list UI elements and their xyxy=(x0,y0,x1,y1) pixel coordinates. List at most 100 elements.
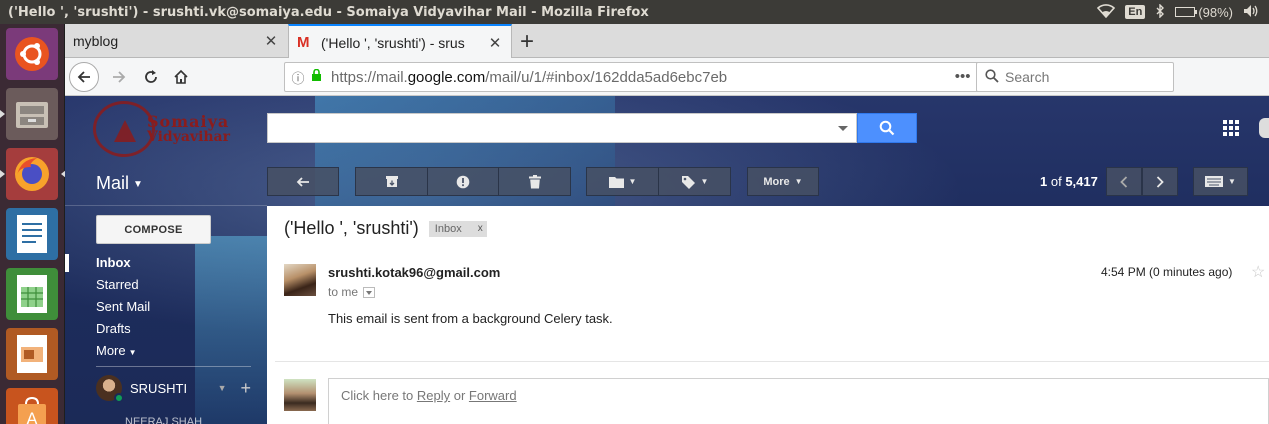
ubuntu-launcher: A xyxy=(0,24,66,424)
files-icon[interactable] xyxy=(0,88,58,140)
back-button[interactable] xyxy=(69,62,99,92)
pagination-info: 1 of 5,417 xyxy=(1040,174,1098,189)
firefox-icon[interactable] xyxy=(0,148,66,200)
reply-link[interactable]: Reply xyxy=(417,388,450,403)
recipient-row: to me xyxy=(328,285,376,299)
google-apps-icon[interactable] xyxy=(1223,120,1239,136)
remove-label-icon[interactable]: x xyxy=(478,221,483,237)
delete-button[interactable] xyxy=(498,167,571,196)
sender-avatar[interactable] xyxy=(284,264,316,296)
mail-folder-nav: Inbox Starred Sent Mail Drafts More ▼ xyxy=(65,252,267,362)
sidebar-item-label: Starred xyxy=(96,277,139,292)
home-button[interactable] xyxy=(166,62,196,92)
more-actions-button[interactable]: More ▼ xyxy=(747,167,819,196)
message-subject: ('Hello ', 'srushti') xyxy=(284,218,419,238)
browser-search-bar[interactable]: Search xyxy=(976,62,1174,92)
hangouts-contact[interactable]: NEERAJ SHAH xyxy=(125,416,202,424)
lock-icon[interactable] xyxy=(311,68,329,85)
page-actions-icon[interactable]: ••• xyxy=(955,68,971,86)
account-avatar[interactable] xyxy=(1259,118,1269,138)
os-top-panel: ('Hello ', 'srushti') - srushti.vk@somai… xyxy=(0,0,1269,24)
reload-button[interactable] xyxy=(136,62,166,92)
input-tools-button[interactable]: ▼ xyxy=(1193,167,1248,196)
avatar xyxy=(96,375,124,403)
report-spam-button[interactable] xyxy=(427,167,499,196)
ubuntu-dash-icon[interactable] xyxy=(6,28,58,80)
newer-button[interactable] xyxy=(1106,167,1142,196)
inbox-label-chip[interactable]: Inbox x xyxy=(428,220,487,237)
volume-icon[interactable] xyxy=(1243,4,1259,21)
mail-switcher[interactable]: Mail ▼ xyxy=(96,173,143,194)
folder-icon xyxy=(608,176,624,188)
logo-text: Somaiya Vidyavihar xyxy=(147,112,230,146)
keyboard-layout-indicator[interactable]: En xyxy=(1125,5,1146,19)
tab-gmail[interactable]: M ('Hello ', 'srushti') - srus ✕ xyxy=(288,24,512,59)
move-to-button[interactable]: ▼ xyxy=(586,167,659,196)
battery-icon xyxy=(1175,7,1198,17)
system-tray: En (98%) xyxy=(1097,2,1269,21)
sidebar-item-label: Sent Mail xyxy=(96,299,151,314)
browser-tab-strip: myblog ✕ M ('Hello ', 'srushti') - srus … xyxy=(65,24,1269,59)
search-icon xyxy=(879,120,895,136)
forward-button[interactable] xyxy=(104,62,134,92)
close-tab-icon[interactable]: ✕ xyxy=(263,32,279,50)
site-info-icon[interactable]: ⓘ xyxy=(285,68,311,87)
archive-icon xyxy=(385,176,398,187)
pager-of: of xyxy=(1050,174,1062,189)
add-contact-icon[interactable]: + xyxy=(240,378,251,399)
bluetooth-icon[interactable] xyxy=(1155,2,1165,21)
archive-button[interactable] xyxy=(355,167,428,196)
wifi-icon[interactable] xyxy=(1097,3,1116,21)
labels-button[interactable]: ▼ xyxy=(658,167,731,196)
chevron-down-icon[interactable]: ▼ xyxy=(218,383,227,393)
sidebar-item-sent-mail[interactable]: Sent Mail xyxy=(65,296,267,318)
sidebar-item-drafts[interactable]: Drafts xyxy=(65,318,267,340)
chevron-down-icon: ▼ xyxy=(700,177,709,186)
writer-icon[interactable] xyxy=(6,208,58,260)
mail-search-input[interactable] xyxy=(267,113,857,143)
url-text: https://mail.google.com/mail/u/1/#inbox/… xyxy=(329,69,955,86)
sidebar-item-starred[interactable]: Starred xyxy=(65,274,267,296)
recipient-label: to me xyxy=(328,285,359,299)
search-options-caret-icon[interactable] xyxy=(838,126,848,131)
search-placeholder: Search xyxy=(1005,69,1050,85)
chevron-down-icon: ▼ xyxy=(133,178,143,190)
older-button[interactable] xyxy=(1142,167,1178,196)
calc-icon[interactable] xyxy=(6,268,58,320)
star-icon[interactable]: ☆ xyxy=(1251,262,1265,282)
mail-label: Mail xyxy=(96,173,130,193)
chevron-down-icon: ▼ xyxy=(1228,177,1236,186)
spam-icon xyxy=(456,175,470,188)
pager-current: 1 xyxy=(1040,174,1048,189)
label-chip-text: Inbox xyxy=(434,222,462,235)
message-timestamp: 4:54 PM (0 minutes ago) xyxy=(1101,265,1233,279)
url-path: /mail/u/1/#inbox/162dda5ad6ebc7eb xyxy=(485,68,728,86)
close-tab-icon[interactable]: ✕ xyxy=(487,34,503,52)
url-bar[interactable]: ⓘ https://mail.google.com/mail/u/1/#inbo… xyxy=(284,62,1032,92)
forward-link[interactable]: Forward xyxy=(469,388,517,403)
reply-box[interactable]: Click here to Reply or Forward xyxy=(328,378,1269,424)
url-domain: google.com xyxy=(407,68,486,86)
hangouts-user[interactable]: SRUSHTI ▼ + xyxy=(96,374,251,403)
compose-button[interactable]: COMPOSE xyxy=(96,215,211,244)
new-tab-icon[interactable]: + xyxy=(520,28,534,56)
sidebar-item-inbox[interactable]: Inbox xyxy=(65,252,267,274)
sender-email[interactable]: srushti.kotak96@gmail.com xyxy=(328,265,500,280)
impress-icon[interactable] xyxy=(6,328,58,380)
chevron-down-icon: ▼ xyxy=(628,177,637,186)
show-details-icon[interactable] xyxy=(363,286,376,298)
battery-percent: (98%) xyxy=(1198,4,1233,20)
software-center-icon[interactable]: A xyxy=(6,388,58,424)
sidebar-item-more[interactable]: More ▼ xyxy=(65,340,267,362)
tab-myblog[interactable]: myblog ✕ xyxy=(65,24,287,58)
more-label: More xyxy=(763,175,790,188)
chevron-down-icon: ▼ xyxy=(128,348,137,357)
battery-indicator[interactable]: (98%) xyxy=(1175,5,1233,20)
url-prefix: https://mail. xyxy=(331,68,408,86)
reply-or-text: or xyxy=(450,388,469,403)
somaiya-logo[interactable]: Somaiya Vidyavihar xyxy=(93,100,243,158)
mail-search-button[interactable] xyxy=(857,113,917,143)
back-to-inbox-button[interactable] xyxy=(267,167,339,196)
chevron-down-icon: ▼ xyxy=(794,177,803,186)
message-divider xyxy=(275,361,1269,362)
